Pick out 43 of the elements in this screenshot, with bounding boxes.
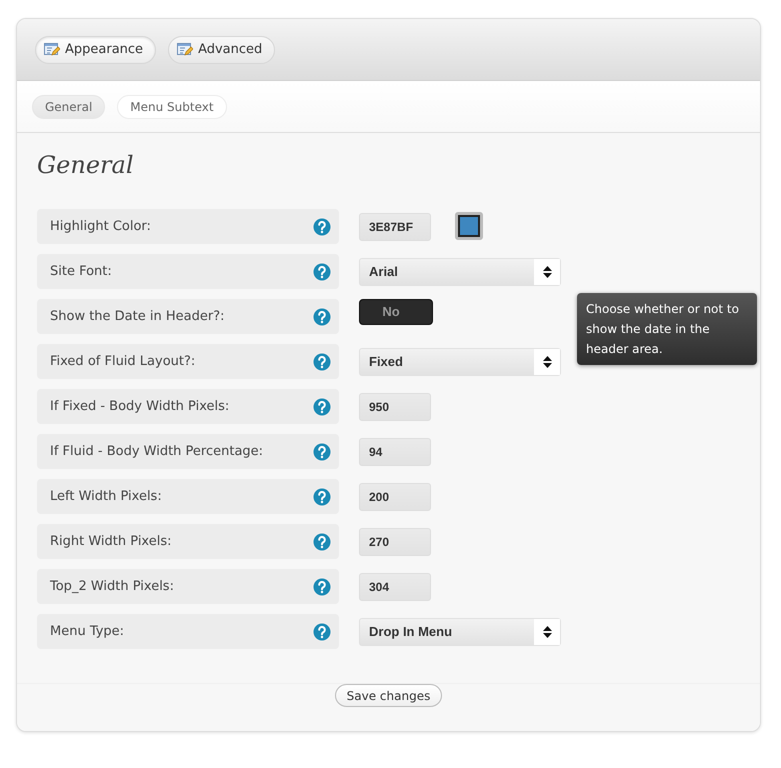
field-label: Show the Date in Header?: [50,309,224,324]
help-icon[interactable] [313,308,331,326]
number-field[interactable]: 200 [359,482,431,510]
toggle-switch[interactable]: No [359,298,433,324]
save-button[interactable]: Save changes [334,684,442,707]
help-icon[interactable] [313,578,331,596]
help-icon[interactable] [313,442,331,460]
select-dropdown[interactable]: Drop In Menu [359,618,561,646]
help-icon[interactable] [313,398,331,416]
number-field[interactable]: 950 [359,392,431,420]
help-icon[interactable] [313,532,331,550]
number-field[interactable]: 270 [359,528,431,556]
field-label: Site Font: [50,264,112,279]
field-label: Right Width Pixels: [50,534,172,549]
top-tab[interactable]: Advanced [168,36,276,64]
field-label: Highlight Color: [50,219,151,234]
help-icon[interactable] [313,622,331,640]
sub-tab[interactable]: General [32,94,106,118]
tooltip: Choose whether or not to show the date in the header area. [577,293,757,365]
help-icon[interactable] [313,218,331,236]
field-label: Fixed of Fluid Layout?: [50,354,196,369]
field-label: Left Width Pixels: [50,489,162,504]
edit-form-icon [44,42,60,57]
edit-form-icon [177,42,194,57]
help-icon[interactable] [313,488,331,506]
field-label: If Fluid - Body Width Percentage: [50,444,264,459]
up-down-caret-icon [542,266,552,278]
select-dropdown[interactable]: Fixed [359,348,561,376]
field-label: Menu Type: [50,624,124,639]
help-icon[interactable] [313,352,331,370]
color-swatch[interactable] [455,212,483,240]
sub-tab[interactable]: Menu Subtext [117,94,227,118]
field-label: If Fixed - Body Width Pixels: [50,399,230,414]
field-label: Top_2 Width Pixels: [50,579,174,594]
number-field[interactable]: 304 [359,572,431,600]
up-down-caret-icon [542,626,552,638]
top-tab[interactable]: Appearance [35,36,156,64]
up-down-caret-icon [542,356,552,368]
number-field[interactable]: 94 [359,438,431,466]
help-icon[interactable] [313,262,331,280]
select-dropdown[interactable]: Arial [359,258,561,286]
color-hex-field[interactable]: 3E87BF [359,212,431,240]
section-title: General [37,151,134,179]
